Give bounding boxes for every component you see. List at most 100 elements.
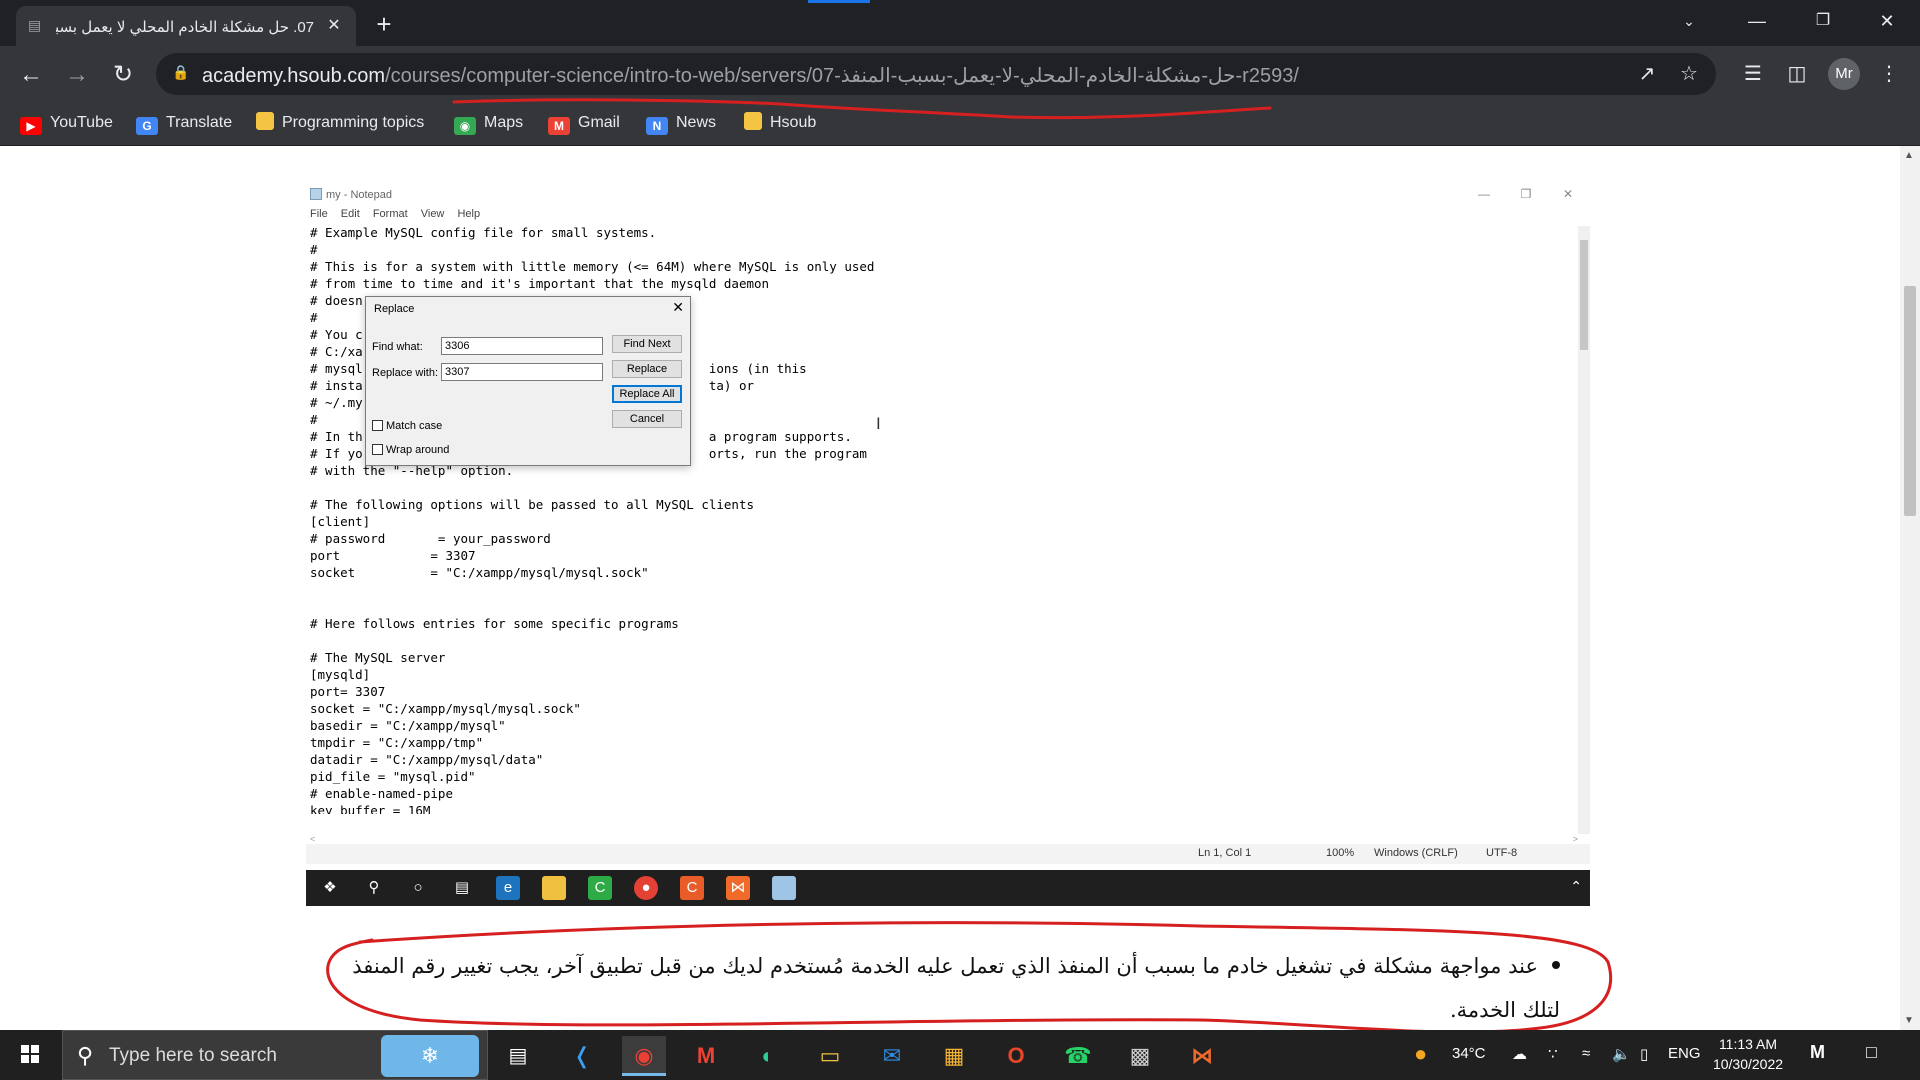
page-favicon-icon: ▤ xyxy=(28,17,42,33)
tab-search-icon[interactable]: ⌄ xyxy=(1656,0,1722,42)
bookmark-programming-topics[interactable]: Programming topics xyxy=(256,110,424,136)
notepad-line: port= 3307 xyxy=(310,684,386,699)
bookmark-gmail[interactable]: M Gmail xyxy=(548,110,620,136)
back-button[interactable]: ← xyxy=(16,60,46,90)
close-window-button[interactable]: ✕ xyxy=(1854,0,1920,42)
xampp-icon[interactable]: ⋈ xyxy=(1180,1036,1224,1076)
whatsapp-icon[interactable]: ☎ xyxy=(1056,1036,1100,1076)
bookmark-translate[interactable]: G Translate xyxy=(136,110,232,136)
status-encoding: UTF-8 xyxy=(1486,847,1518,859)
notepad-line: # Here follows entries for some specific… xyxy=(310,616,679,631)
notepad-line: # The MySQL server xyxy=(310,650,446,665)
xampp-icon: ⋈ xyxy=(726,876,750,900)
match-case-label: Match case xyxy=(386,420,443,432)
news-icon: N xyxy=(646,117,668,135)
notepad-line: # enable-named-pipe xyxy=(310,786,453,801)
media-control-icon[interactable]: ☰ xyxy=(1738,59,1768,89)
replace-dialog: Replace ✕ Find what: 3306 Replace with: … xyxy=(365,296,691,466)
menu-kebab-icon[interactable]: ⋮ xyxy=(1874,59,1904,89)
checkbox-box xyxy=(372,444,383,455)
replace-with-field: 3307 xyxy=(441,363,603,381)
notepad-line: # Example MySQL config file for small sy… xyxy=(310,225,657,240)
scrollbar-thumb[interactable] xyxy=(1904,286,1916,516)
tray-wifi-icon[interactable]: ≈ xyxy=(1582,1045,1590,1062)
notifications-icon[interactable]: □ xyxy=(1866,1042,1877,1063)
screenshot-taskbar: ❖ ⚲ ○ ▤ e C ● C ⋈ ⌃ xyxy=(306,870,1590,906)
chrome-icon[interactable]: ◉ xyxy=(622,1036,666,1076)
file-explorer-icon[interactable]: ▭ xyxy=(808,1036,852,1076)
new-tab-button[interactable]: + xyxy=(370,10,398,38)
menu-format: Format xyxy=(372,208,408,220)
notepad-line: # This is for a system with little memor… xyxy=(310,259,875,274)
notepad-line: key_buffer = 16M xyxy=(310,803,431,814)
notepad-hscroll: < > xyxy=(310,834,1578,844)
bookmark-youtube[interactable]: ▶ YouTube xyxy=(20,110,113,136)
wrap-around-checkbox: Wrap around xyxy=(372,444,449,456)
find-what-label: Find what: xyxy=(372,341,423,353)
tray-battery-icon[interactable]: ▯ xyxy=(1640,1045,1648,1063)
minimize-button[interactable]: — xyxy=(1724,0,1790,42)
tray-volume-icon[interactable]: 🔈 xyxy=(1612,1045,1631,1063)
bullet-dot xyxy=(1552,961,1560,969)
status-line-ending: Windows (CRLF) xyxy=(1374,847,1458,859)
terminal-icon[interactable]: ▩ xyxy=(1118,1036,1162,1076)
bookmark-label: Hsoub xyxy=(770,114,817,131)
scroll-left-icon: < xyxy=(310,834,316,844)
task-view-icon[interactable]: ▤ xyxy=(496,1036,540,1076)
windows-start-button[interactable] xyxy=(10,1042,50,1068)
notepad-line xyxy=(310,581,1574,598)
url-path: /courses/computer-science/intro-to-web/s… xyxy=(385,65,1299,87)
taskbar-clock[interactable]: 11:13 AM 10/30/2022 xyxy=(1706,1034,1790,1074)
task-view-icon: ▤ xyxy=(454,879,470,896)
page-scrollbar[interactable]: ▲ ▼ xyxy=(1900,146,1920,1030)
bookmark-star-icon[interactable]: ☆ xyxy=(1676,61,1702,87)
store-icon[interactable]: ▦ xyxy=(932,1036,976,1076)
address-bar[interactable]: 🔒 academy.hsoub.com/courses/computer-sci… xyxy=(156,53,1716,95)
vscode-icon[interactable]: ❬ xyxy=(560,1036,604,1076)
cancel-button: Cancel xyxy=(612,410,682,428)
tray-network-icon[interactable]: ∵ xyxy=(1548,1045,1558,1063)
notepad-restore-icon: ❐ xyxy=(1520,187,1532,201)
profile-avatar[interactable]: Mr xyxy=(1828,58,1860,90)
scroll-down-icon[interactable]: ▼ xyxy=(1904,1015,1914,1026)
tray-onedrive-icon[interactable]: ☁ xyxy=(1512,1045,1527,1063)
status-zoom: 100% xyxy=(1326,847,1355,859)
folder-icon xyxy=(256,112,274,130)
side-panel-icon[interactable]: ◫ xyxy=(1782,59,1812,89)
notepad-vscroll-thumb xyxy=(1580,240,1588,350)
tab-close-icon[interactable]: ✕ xyxy=(322,14,346,38)
tray-language[interactable]: ENG xyxy=(1668,1045,1701,1062)
gmail-icon[interactable]: M xyxy=(684,1036,728,1076)
notepad-line: tmpdir = "C:/xampp/tmp" xyxy=(310,735,484,750)
text-cursor-icon: I xyxy=(876,414,881,433)
bookmarks-bar: ▶ YouTube G Translate Programming topics ◉… xyxy=(0,102,1920,146)
weather-temp[interactable]: 34°C xyxy=(1452,1045,1486,1062)
browser-toolbar: ← → ↻ 🔒 academy.hsoub.com/courses/comput… xyxy=(0,46,1920,102)
checkbox-box xyxy=(372,420,383,431)
notepad-vscroll xyxy=(1578,226,1590,834)
wrap-around-label: Wrap around xyxy=(386,444,450,456)
article-bullet: عند مواجهة مشكلة في تشغيل خادم ما بسبب أ… xyxy=(330,944,1560,1032)
clock-date: 10/30/2022 xyxy=(1712,1056,1784,1072)
tray-app-icon[interactable]: M xyxy=(1810,1042,1825,1063)
edge-icon[interactable]: ◐ xyxy=(746,1036,790,1076)
notepad-line: [mysqld] xyxy=(310,667,371,682)
mail-icon[interactable]: ✉ xyxy=(870,1036,914,1076)
tab-active[interactable]: ▤ 07. حل مشكلة الخادم المحلي لا يعمل بسب… xyxy=(16,6,356,46)
restore-button[interactable]: ❐ xyxy=(1790,0,1856,42)
bookmark-hsoub[interactable]: Hsoub xyxy=(744,110,816,136)
maps-icon: ◉ xyxy=(454,117,476,135)
find-what-field: 3306 xyxy=(441,337,603,355)
forward-button[interactable]: → xyxy=(62,60,92,90)
taskbar-search-box[interactable]: ⚲ Type here to search ❄ xyxy=(62,1030,488,1080)
bookmark-news[interactable]: N News xyxy=(646,110,716,136)
share-icon[interactable]: ↗ xyxy=(1634,61,1660,87)
url-host: academy.hsoub.com xyxy=(202,65,386,87)
office-icon[interactable]: O xyxy=(994,1036,1038,1076)
scroll-up-icon[interactable]: ▲ xyxy=(1904,150,1914,161)
bookmark-maps[interactable]: ◉ Maps xyxy=(454,110,523,136)
search-icon: ⚲ xyxy=(77,1043,94,1068)
dialog-close-icon: ✕ xyxy=(672,299,684,315)
search-placeholder: Type here to search xyxy=(109,1045,277,1066)
reload-button[interactable]: ↻ xyxy=(108,60,138,90)
